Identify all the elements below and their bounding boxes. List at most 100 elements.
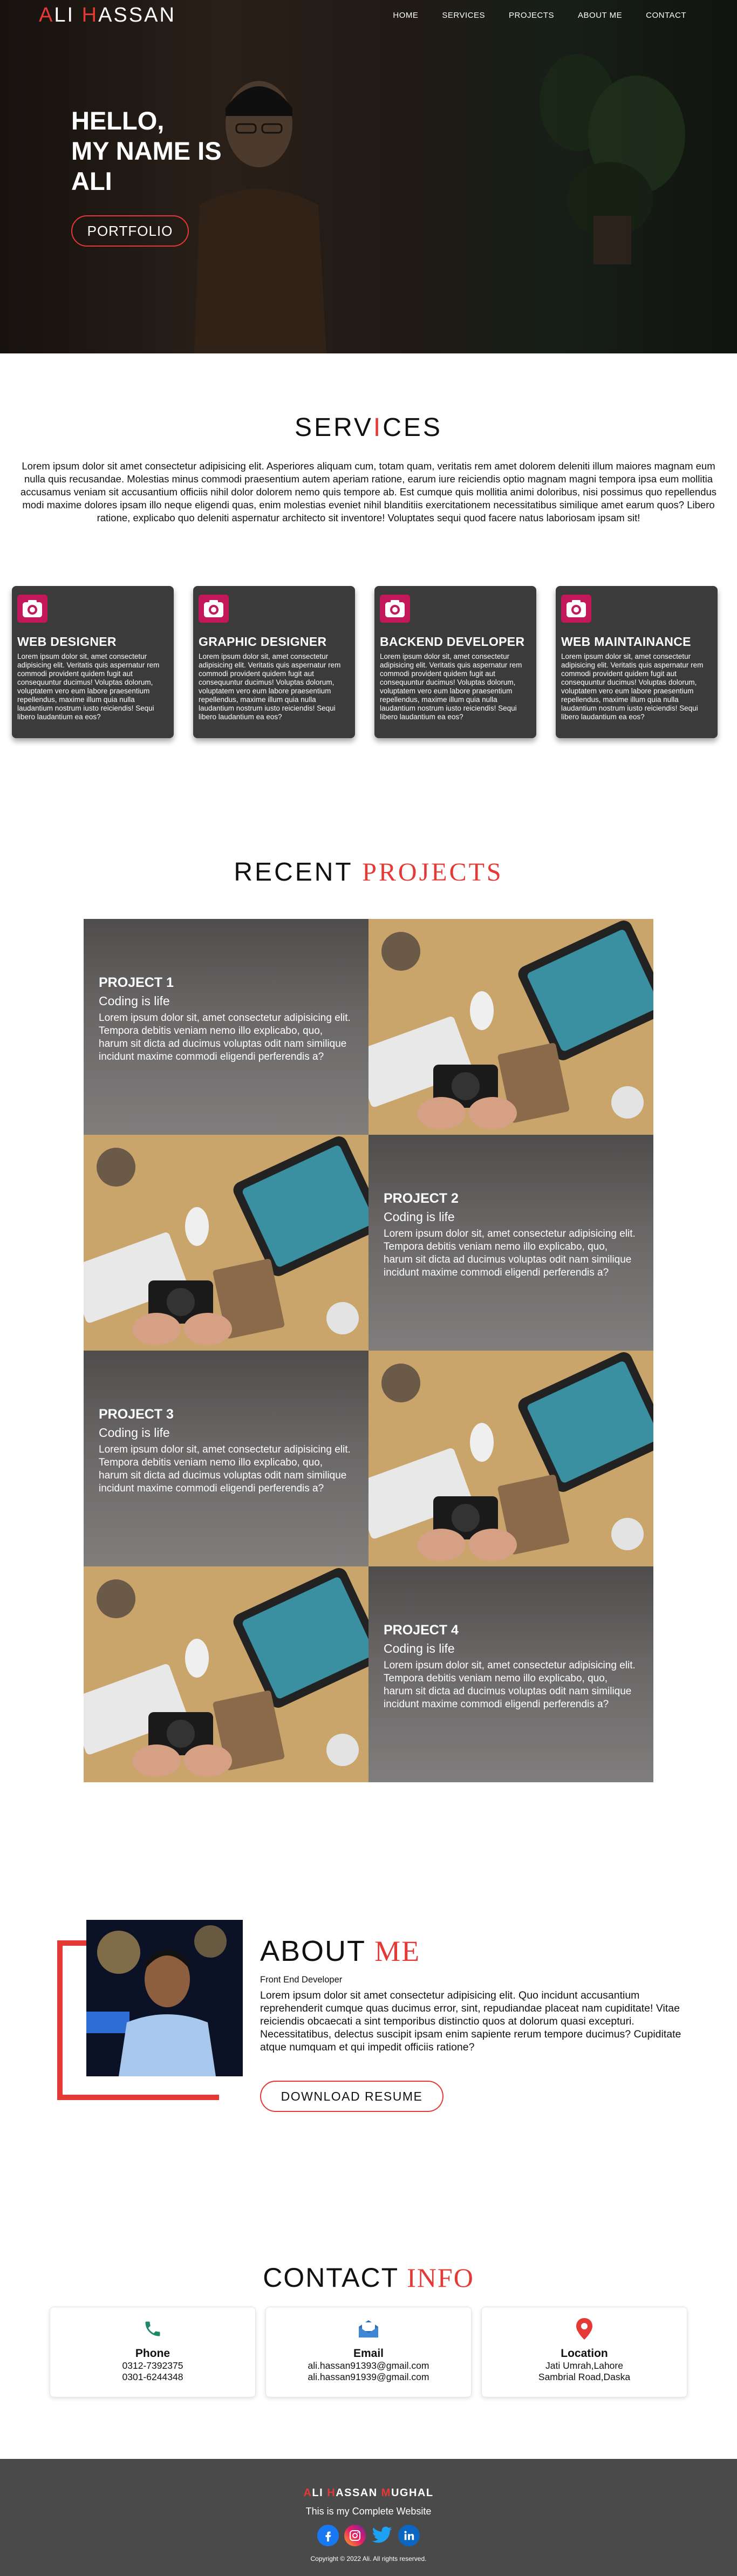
- facebook-icon[interactable]: [317, 2525, 339, 2546]
- project-subtitle: Coding is life: [99, 1426, 170, 1440]
- contact-card-label: Email: [353, 2347, 384, 2360]
- project-title: PROJECT 3: [99, 1407, 174, 1422]
- contact-card-value[interactable]: 0312-7392375: [50, 2360, 255, 2371]
- navbar: ALI HASSAN HOME SERVICES PROJECTS ABOUT …: [0, 0, 737, 30]
- footer-name-text: LI: [312, 2487, 327, 2499]
- project-subtitle: Coding is life: [99, 994, 170, 1008]
- project-card-4[interactable]: PROJECT 4 Coding is life Lorem ipsum dol…: [368, 1566, 653, 1782]
- portfolio-button[interactable]: PORTFOLIO: [71, 215, 189, 247]
- contact-card-location: Location Jati Umrah,Lahore Sambrial Road…: [481, 2307, 687, 2397]
- project-photo: [84, 1566, 368, 1782]
- site-logo[interactable]: ALI HASSAN: [39, 4, 176, 27]
- project-photo: [84, 1135, 368, 1351]
- footer-name-text: ASSAN: [336, 2487, 381, 2499]
- phone-icon: [50, 2318, 255, 2340]
- service-cards: WEB DESIGNER Lorem ipsum dolor sit, amet…: [12, 586, 725, 738]
- projects-title-accent: PROJECTS: [362, 858, 503, 887]
- camera-icon: [199, 595, 229, 623]
- project-title: PROJECT 2: [384, 1191, 459, 1206]
- service-card-graphic-designer[interactable]: GRAPHIC DESIGNER Lorem ipsum dolor sit, …: [193, 586, 355, 738]
- project-card-2[interactable]: PROJECT 2 Coding is life Lorem ipsum dol…: [368, 1135, 653, 1351]
- service-card-backend-developer[interactable]: BACKEND DEVELOPER Lorem ipsum dolor sit,…: [374, 586, 536, 738]
- service-card-title: WEB DESIGNER: [17, 635, 117, 649]
- project-card-3[interactable]: PROJECT 3 Coding is life Lorem ipsum dol…: [84, 1351, 368, 1566]
- about-role: Front End Developer: [260, 1975, 343, 1985]
- nav-link-about[interactable]: ABOUT ME: [566, 11, 634, 20]
- logo-text: ASSAN: [98, 3, 176, 26]
- email-icon: [266, 2318, 471, 2340]
- linkedin-icon[interactable]: [398, 2525, 420, 2546]
- contact-card-value: Jati Umrah,Lahore: [545, 2360, 623, 2371]
- footer: ALI HASSAN MUGHAL This is my Complete We…: [0, 2459, 737, 2576]
- project-description: Lorem ipsum dolor sit, amet consectetur …: [99, 1012, 351, 1062]
- footer-tagline: This is my Complete Website: [305, 2506, 432, 2517]
- contact-card-value[interactable]: ali.hassan91939@gmail.com: [266, 2371, 471, 2383]
- logo-letter: H: [81, 3, 99, 26]
- contact-card-value[interactable]: ali.hassan91393@gmail.com: [266, 2360, 471, 2371]
- about-title-accent: ME: [374, 1935, 421, 1967]
- footer-name-letter: M: [381, 2487, 391, 2499]
- desk-photo-image: [368, 1351, 653, 1566]
- desk-photo-image: [84, 1566, 368, 1782]
- contact-card-label: Location: [561, 2347, 608, 2360]
- project-card-1[interactable]: PROJECT 1 Coding is life Lorem ipsum dol…: [84, 919, 368, 1135]
- contact-cards: Phone 0312-7392375 0301-6244348 Email al…: [50, 2307, 687, 2397]
- project-subtitle: Coding is life: [384, 1210, 455, 1224]
- service-card-title: BACKEND DEVELOPER: [380, 635, 525, 649]
- service-card-web-maintainance[interactable]: WEB MAINTAINANCE Lorem ipsum dolor sit, …: [556, 586, 718, 738]
- nav-link-contact[interactable]: CONTACT: [634, 11, 698, 20]
- nav-link-services[interactable]: SERVICES: [430, 11, 497, 20]
- services-title: SERVICES: [0, 413, 737, 442]
- projects-grid: PROJECT 1 Coding is life Lorem ipsum dol…: [84, 919, 653, 1782]
- footer-copyright: Copyright © 2022 Ali. All rights reserve…: [310, 2555, 427, 2563]
- service-card-title: WEB MAINTAINANCE: [561, 635, 691, 649]
- contact-title-accent: INFO: [407, 2262, 474, 2293]
- about-frame-decoration: [57, 2095, 219, 2100]
- project-description: Lorem ipsum dolor sit, amet consectetur …: [384, 1660, 636, 1710]
- desk-photo-image: [84, 1135, 368, 1351]
- project-title: PROJECT 4: [384, 1623, 459, 1638]
- services-title-part: CES: [383, 413, 442, 442]
- project-description: Lorem ipsum dolor sit, amet consectetur …: [99, 1444, 351, 1494]
- service-card-text: Lorem ipsum dolor sit, amet consectetur …: [561, 652, 704, 721]
- nav-links: HOME SERVICES PROJECTS ABOUT ME CONTACT: [381, 11, 698, 20]
- project-photo: [368, 919, 653, 1135]
- project-photo: [368, 1351, 653, 1566]
- hero-section: ALI HASSAN HOME SERVICES PROJECTS ABOUT …: [0, 0, 737, 353]
- contact-card-phone: Phone 0312-7392375 0301-6244348: [50, 2307, 256, 2397]
- download-resume-button[interactable]: DOWNLOAD RESUME: [260, 2081, 443, 2112]
- services-title-accent: I: [373, 413, 383, 442]
- contact-card-label: Phone: [135, 2347, 170, 2360]
- projects-title-main: RECENT: [234, 858, 363, 887]
- logo-letter: A: [39, 3, 54, 26]
- about-title-main: ABOUT: [260, 1935, 375, 1967]
- contact-card-value[interactable]: 0301-6244348: [50, 2371, 255, 2383]
- service-card-text: Lorem ipsum dolor sit, amet consectetur …: [17, 652, 160, 721]
- hero-line-3: ALI: [71, 167, 112, 195]
- project-description: Lorem ipsum dolor sit, amet consectetur …: [384, 1228, 636, 1278]
- footer-name-letter: H: [327, 2487, 336, 2499]
- contact-title-main: CONTACT: [263, 2262, 407, 2293]
- profile-photo: [86, 1920, 243, 2076]
- service-card-title: GRAPHIC DESIGNER: [199, 635, 327, 649]
- camera-icon: [380, 595, 410, 623]
- service-card-text: Lorem ipsum dolor sit, amet consectetur …: [199, 652, 341, 721]
- hero-line-1: HELLO,: [71, 106, 165, 135]
- services-title-part: SERV: [295, 413, 373, 442]
- projects-title: RECENT PROJECTS: [0, 857, 737, 887]
- profile-photo-image: [86, 1920, 243, 2076]
- desk-photo-image: [368, 919, 653, 1135]
- services-intro: Lorem ipsum dolor sit amet consectetur a…: [20, 460, 717, 523]
- instagram-icon[interactable]: [344, 2525, 366, 2546]
- camera-icon: [561, 595, 591, 623]
- project-subtitle: Coding is life: [384, 1641, 455, 1655]
- footer-name-letter: A: [303, 2487, 312, 2499]
- hero-line-2: MY NAME IS: [71, 137, 222, 165]
- nav-link-projects[interactable]: PROJECTS: [497, 11, 566, 20]
- social-links: [0, 2525, 737, 2546]
- logo-text: LI: [54, 3, 82, 26]
- camera-icon: [17, 595, 47, 623]
- nav-link-home[interactable]: HOME: [381, 11, 430, 20]
- service-card-web-designer[interactable]: WEB DESIGNER Lorem ipsum dolor sit, amet…: [12, 586, 174, 738]
- twitter-icon[interactable]: [371, 2525, 393, 2546]
